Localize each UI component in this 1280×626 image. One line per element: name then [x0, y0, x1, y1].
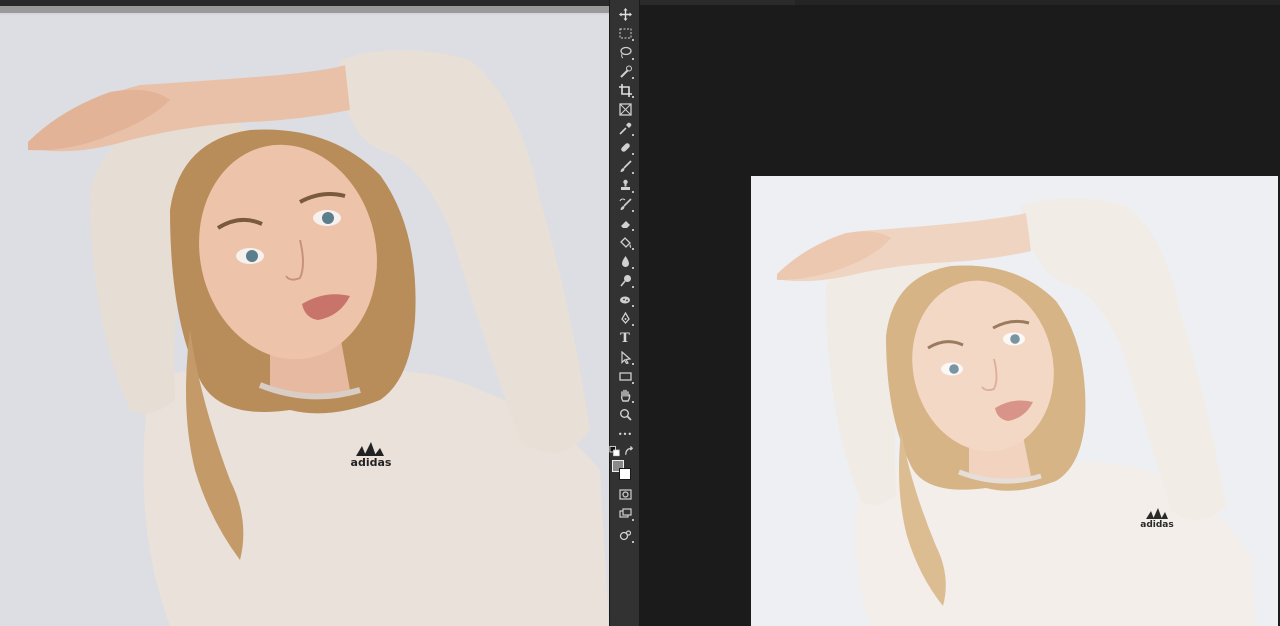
blur-tool-icon[interactable]: [614, 253, 636, 270]
hand-tool-icon[interactable]: [614, 387, 636, 404]
default-colors-icon[interactable]: [609, 445, 621, 457]
canvas-logo-text: adidas: [1140, 520, 1173, 530]
rectangle-tool-icon[interactable]: [614, 368, 636, 385]
paint-bucket-tool-icon[interactable]: [614, 234, 636, 251]
marquee-tool-icon[interactable]: [614, 25, 636, 42]
screen-mode-icon[interactable]: [614, 505, 636, 522]
left-document-tab-bar: [0, 0, 609, 15]
brush-tool-icon[interactable]: [614, 158, 636, 175]
eyedropper-tool-icon[interactable]: [614, 120, 636, 137]
edit-toolbar-icon[interactable]: [614, 527, 636, 544]
quick-mask-icon[interactable]: [614, 486, 636, 503]
document-workspace: adidas: [640, 0, 1280, 626]
history-brush-tool-icon[interactable]: [614, 196, 636, 213]
document-tab-strip: [640, 0, 1280, 5]
type-tool-icon[interactable]: T: [614, 330, 636, 347]
left-logo-text: adidas: [351, 456, 392, 469]
dodge-tool-icon[interactable]: [614, 272, 636, 289]
canvas-document[interactable]: adidas: [751, 176, 1278, 626]
clone-stamp-tool-icon[interactable]: [614, 177, 636, 194]
reference-photo-image: adidas: [0, 0, 609, 626]
zoom-tool-icon[interactable]: [614, 406, 636, 423]
background-color-swatch[interactable]: [619, 468, 631, 480]
frame-tool-icon[interactable]: [614, 101, 636, 118]
reference-photo: adidas: [0, 0, 609, 626]
lasso-tool-icon[interactable]: [614, 44, 636, 61]
quick-selection-tool-icon[interactable]: [614, 63, 636, 80]
eraser-tool-icon[interactable]: [614, 215, 636, 232]
healing-brush-tool-icon[interactable]: [614, 139, 636, 156]
pen-tool-icon[interactable]: [614, 310, 636, 327]
canvas-image: adidas: [751, 176, 1278, 626]
more-tools-icon[interactable]: •••: [614, 426, 636, 443]
sponge-tool-icon[interactable]: [614, 291, 636, 308]
swap-colors-icon[interactable]: [623, 445, 635, 457]
move-tool-icon[interactable]: [614, 6, 636, 23]
crop-tool-icon[interactable]: [614, 82, 636, 99]
path-selection-tool-icon[interactable]: [614, 349, 636, 366]
